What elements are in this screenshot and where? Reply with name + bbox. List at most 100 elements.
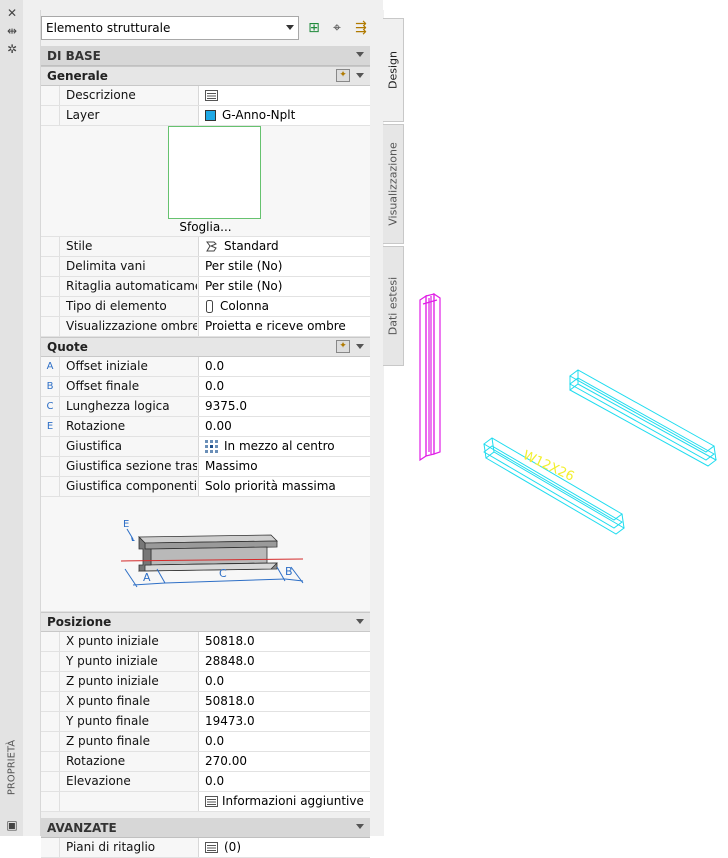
collapse-icon[interactable] (356, 344, 364, 349)
prop-piani-ritaglio[interactable]: Piani di ritaglio (0) (41, 838, 370, 858)
prop-value[interactable]: 19473.0 (198, 712, 370, 731)
group-quote[interactable]: Quote ✦ (41, 337, 370, 357)
group-generale[interactable]: Generale ✦ (41, 66, 370, 86)
object-type-select[interactable]: Elemento strutturale (41, 16, 299, 40)
list-icon[interactable] (205, 796, 218, 807)
prop-layer[interactable]: Layer G-Anno-Nplt (41, 106, 370, 126)
prop-ritaglia[interactable]: Ritaglia automaticame... Per stile (No) (41, 277, 370, 297)
property-grid: DI BASE Generale ✦ Descrizione Layer G-A… (41, 46, 370, 858)
column-member[interactable] (419, 292, 441, 462)
category-advanced[interactable]: AVANZATE (41, 818, 370, 838)
tab-visualizzazione[interactable]: Visualizzazione (383, 124, 404, 244)
add-selection-icon[interactable]: ⊞ (304, 18, 324, 38)
prop-value[interactable]: Standard (198, 237, 370, 256)
prop-value[interactable]: Informazioni aggiuntive (198, 792, 370, 811)
diagram-label-b: B (285, 565, 293, 578)
prop-label: Lunghezza logica (59, 397, 197, 416)
prop-label: Offset iniziale (59, 357, 197, 376)
collapse-icon[interactable] (356, 52, 364, 57)
prop-value[interactable] (198, 86, 370, 105)
prop-value[interactable]: Massimo (198, 457, 370, 476)
dimension-key: A (46, 361, 54, 372)
tab-design-label: Design (386, 51, 400, 89)
prop-y-finale[interactable]: Y punto finale 19473.0 (41, 712, 370, 732)
bulb-icon[interactable]: ✦ (336, 69, 350, 82)
prop-value[interactable]: In mezzo al centro (198, 437, 370, 456)
prop-elevazione[interactable]: Elevazione 0.0 (41, 772, 370, 792)
prop-label: Z punto finale (59, 732, 197, 751)
diagram-label-a: A (143, 571, 151, 584)
prop-value[interactable]: 9375.0 (198, 397, 370, 416)
prop-value[interactable]: 28848.0 (198, 652, 370, 671)
collapse-icon[interactable] (356, 824, 364, 829)
prop-value[interactable]: G-Anno-Nplt (198, 106, 370, 125)
prop-value[interactable]: 0.0 (198, 732, 370, 751)
style-preview-image (168, 126, 261, 219)
group-posizione-label: Posizione (47, 615, 112, 629)
prop-value[interactable]: 0.0 (198, 357, 370, 376)
diagram-label-e: E (123, 519, 129, 530)
collapse-icon[interactable] (356, 73, 364, 78)
options-icon[interactable]: ✲ (5, 42, 19, 56)
group-posizione[interactable]: Posizione (41, 612, 370, 632)
prop-value[interactable]: 50818.0 (198, 632, 370, 651)
prop-giustifica-sezione[interactable]: Giustifica sezione trasv... Massimo (41, 457, 370, 477)
collapse-icon[interactable] (356, 619, 364, 624)
prop-lunghezza-logica[interactable]: C Lunghezza logica 9375.0 (41, 397, 370, 417)
prop-offset-iniziale[interactable]: A Offset iniziale 0.0 (41, 357, 370, 377)
list-icon[interactable] (205, 90, 218, 101)
prop-value[interactable]: Solo priorità massima (198, 477, 370, 496)
prop-giustifica-componenti[interactable]: Giustifica componenti Solo priorità mass… (41, 477, 370, 497)
prop-label: Giustifica componenti (59, 477, 197, 496)
prop-z-finale[interactable]: Z punto finale 0.0 (41, 732, 370, 752)
prop-stile[interactable]: Stile Standard (41, 237, 370, 257)
dimension-key: E (46, 421, 54, 432)
group-generale-label: Generale (47, 69, 108, 83)
object-type-value: Elemento strutturale (46, 21, 171, 35)
prop-value[interactable]: 50818.0 (198, 692, 370, 711)
quick-select-icon[interactable]: ⇶ (351, 18, 371, 38)
prop-value[interactable]: Per stile (No) (198, 257, 370, 276)
prop-value[interactable]: 0.0 (198, 772, 370, 791)
prop-y-iniziale[interactable]: Y punto iniziale 28848.0 (41, 652, 370, 672)
prop-label: Ritaglia automaticame... (59, 277, 197, 296)
group-quote-label: Quote (47, 340, 88, 354)
prop-rotazione-quote[interactable]: E Rotazione 0.00 (41, 417, 370, 437)
prop-rotazione-posizione[interactable]: Rotazione 270.00 (41, 752, 370, 772)
tab-dati-estesi[interactable]: Dati estesi (383, 246, 404, 366)
select-objects-icon[interactable]: ⌖ (327, 18, 347, 38)
browse-link[interactable]: Sfoglia... (41, 220, 370, 234)
prop-ombre[interactable]: Visualizzazione ombre Proietta e riceve … (41, 317, 370, 337)
prop-value[interactable]: 0.0 (198, 672, 370, 691)
prop-value[interactable]: Per stile (No) (198, 277, 370, 296)
prop-z-iniziale[interactable]: Z punto iniziale 0.0 (41, 672, 370, 692)
prop-label: Giustifica sezione trasv... (59, 457, 197, 476)
prop-x-finale[interactable]: X punto finale 50818.0 (41, 692, 370, 712)
tab-design[interactable]: Design (383, 18, 404, 122)
beam-member-upper[interactable] (569, 369, 717, 467)
prop-value[interactable]: 0.00 (198, 417, 370, 436)
prop-offset-finale[interactable]: B Offset finale 0.0 (41, 377, 370, 397)
prop-descrizione[interactable]: Descrizione (41, 86, 370, 106)
prop-value[interactable]: Colonna (198, 297, 370, 316)
prop-value[interactable]: Proietta e riceve ombre (198, 317, 370, 336)
palette-bottom-icon[interactable]: ▣ (5, 818, 19, 832)
properties-palette: Elemento strutturale ⊞ ⌖ ⇶ DI BASE Gener… (23, 0, 384, 858)
list-icon[interactable] (205, 842, 218, 853)
category-basic[interactable]: DI BASE (41, 46, 370, 66)
prop-delimita-vani[interactable]: Delimita vani Per stile (No) (41, 257, 370, 277)
prop-label: Rotazione (59, 417, 197, 436)
prop-x-iniziale[interactable]: X punto iniziale 50818.0 (41, 632, 370, 652)
prop-giustifica[interactable]: Giustifica In mezzo al centro (41, 437, 370, 457)
beam-member-lower[interactable] (483, 437, 625, 535)
drawing-area[interactable]: W12X26 (404, 0, 728, 836)
bulb-icon[interactable]: ✦ (336, 340, 350, 353)
prop-informazioni-aggiuntive[interactable]: Informazioni aggiuntive (41, 792, 370, 812)
prop-tipo-elemento[interactable]: Tipo di elemento Colonna (41, 297, 370, 317)
prop-value[interactable]: (0) (198, 838, 370, 857)
autohide-icon[interactable]: ⇹ (5, 24, 19, 38)
prop-value[interactable]: 270.00 (198, 752, 370, 771)
diagram-label-c: C (219, 567, 227, 580)
prop-value[interactable]: 0.0 (198, 377, 370, 396)
close-icon[interactable]: ✕ (5, 6, 19, 20)
